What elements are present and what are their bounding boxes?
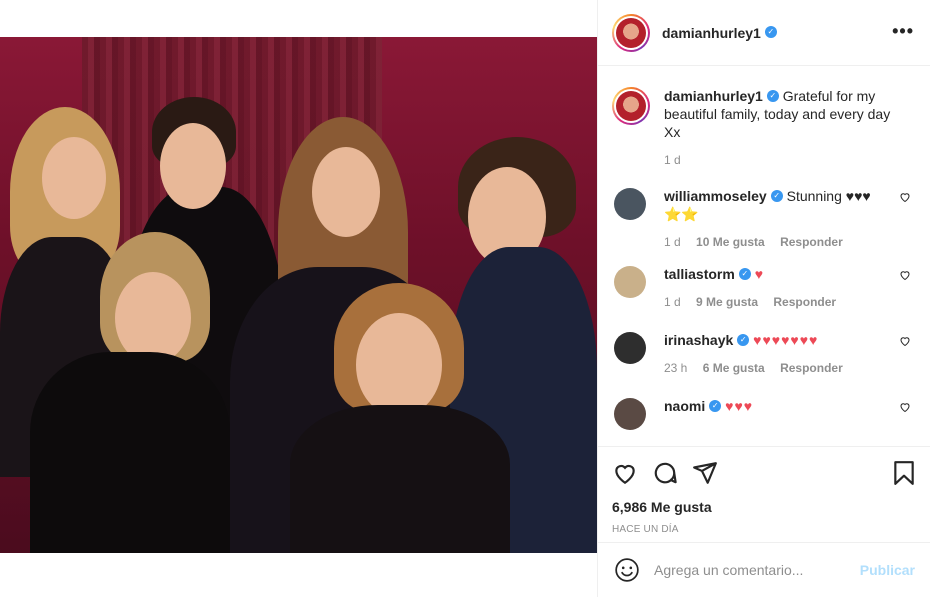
comment-text: ♥	[754, 266, 765, 282]
publish-button[interactable]: Publicar	[860, 562, 915, 578]
photo-figure-face	[115, 272, 191, 364]
caption-username[interactable]: damianhurley1	[664, 88, 763, 104]
photo-figure-face	[42, 137, 106, 219]
comment-username[interactable]: naomi	[664, 398, 705, 414]
verified-icon: ✓	[770, 190, 783, 203]
verified-icon: ✓	[709, 400, 722, 413]
verified-icon: ✓	[738, 268, 751, 281]
photo-figure-body	[290, 405, 510, 553]
comment-avatar[interactable]	[614, 266, 646, 298]
bookmark-icon[interactable]	[891, 460, 917, 486]
comment-username[interactable]: irinashayk	[664, 332, 733, 348]
comment-input[interactable]	[654, 562, 854, 578]
post-actions: 6,986 Me gusta HACE UN DÍA	[598, 446, 930, 542]
heart-icon[interactable]	[899, 335, 911, 347]
post-header: damianhurley1 ✓ •••	[598, 0, 930, 66]
photo-figure-body	[30, 352, 230, 553]
caption-time[interactable]: 1 d	[664, 153, 904, 167]
heart-icon[interactable]	[899, 191, 911, 203]
more-icon[interactable]: •••	[892, 22, 914, 40]
post-side-panel: damianhurley1 ✓ ••• damianhurley1 ✓ Grate…	[597, 0, 930, 597]
reply-button[interactable]: Responder	[773, 295, 836, 309]
avatar-image	[616, 91, 646, 121]
verified-icon: ✓	[737, 334, 750, 347]
comment-avatar[interactable]	[614, 332, 646, 364]
share-icon[interactable]	[692, 460, 718, 486]
comment-username[interactable]: williammoseley	[664, 188, 767, 204]
verified-icon: ✓	[766, 90, 779, 103]
avatar[interactable]	[612, 87, 650, 125]
comment-item: talliastorm ✓ ♥ 1 d 9 Me gusta Responder	[598, 265, 930, 309]
comment-likes[interactable]: 10 Me gusta	[696, 235, 765, 249]
add-comment-bar: Publicar	[598, 542, 930, 597]
comment-avatar[interactable]	[614, 188, 646, 220]
reply-button[interactable]: Responder	[780, 361, 843, 375]
avatar[interactable]	[612, 13, 650, 52]
comment-likes[interactable]: 6 Me gusta	[703, 361, 765, 375]
heart-icon[interactable]	[899, 401, 911, 413]
post-caption: damianhurley1 ✓ Grateful for my beautiful…	[598, 67, 930, 167]
post-media	[0, 0, 597, 597]
comment-time[interactable]: 1 d	[664, 295, 681, 309]
comment-username[interactable]: talliastorm	[664, 266, 735, 282]
comments-list[interactable]: damianhurley1 ✓ Grateful for my beautiful…	[598, 67, 930, 445]
comment-text: ♥♥♥♥♥♥♥	[753, 332, 819, 348]
comment-avatar[interactable]	[614, 398, 646, 430]
verified-icon: ✓	[764, 25, 777, 38]
post-photo[interactable]	[0, 37, 597, 553]
photo-figure-face	[312, 147, 380, 237]
comment-text-extra: ⭐⭐	[664, 206, 699, 222]
emoji-icon[interactable]	[614, 557, 640, 583]
likes-count[interactable]: 6,986 Me gusta	[612, 499, 915, 515]
photo-figure-face	[356, 313, 442, 417]
comment-item: williammoseley ✓ Stunning ♥♥♥ ⭐⭐ 1 d 10 M…	[598, 187, 930, 249]
comment-text: Stunning ♥♥♥	[786, 188, 871, 204]
comment-likes[interactable]: 9 Me gusta	[696, 295, 758, 309]
comment-icon[interactable]	[652, 460, 678, 486]
comment-time[interactable]: 23 h	[664, 361, 687, 375]
header-username[interactable]: damianhurley1	[662, 25, 761, 41]
comment-text: ♥♥♥	[725, 398, 754, 414]
comment-item: irinashayk ✓ ♥♥♥♥♥♥♥ 23 h 6 Me gusta Resp…	[598, 331, 930, 375]
posted-time[interactable]: HACE UN DÍA	[612, 524, 915, 535]
heart-icon[interactable]	[612, 460, 638, 486]
comment-time[interactable]: 1 d	[664, 235, 681, 249]
avatar-image	[616, 17, 646, 48]
reply-button[interactable]: Responder	[780, 235, 843, 249]
photo-figure-face	[160, 123, 226, 209]
comment-item: naomi ✓ ♥♥♥	[598, 397, 930, 430]
heart-icon[interactable]	[899, 269, 911, 281]
